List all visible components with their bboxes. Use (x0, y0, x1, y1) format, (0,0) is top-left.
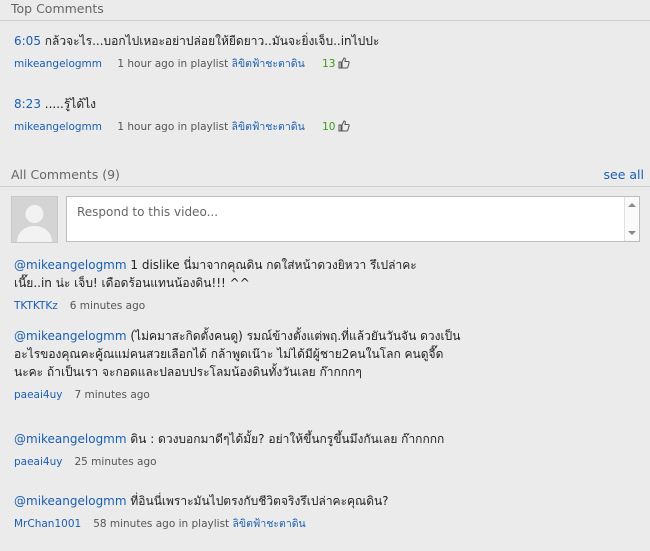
all-comments-label: All Comments (11, 167, 99, 182)
comment: @mikeangelogmm ที่อินนี่เพราะมันไปตรงกับ… (14, 492, 642, 531)
reply-scrollbar[interactable] (624, 197, 639, 241)
playlist-link[interactable]: ลิขิตฟ้าชะตาดิน (233, 518, 306, 530)
see-all-link[interactable]: see all (604, 167, 644, 182)
comment-meta: paeai4uy 25 minutes ago (14, 455, 642, 469)
comment-line: ที่อินนี่เพราะมันไปตรงกับชีวิตจริงรึเปล่… (126, 494, 389, 508)
comment-text: 6:05 กล้วจะไร...บอกไปเหอะอย่าปล่อยให้ยืด… (14, 32, 642, 50)
top-comments-title: Top Comments (11, 1, 104, 16)
video-timestamp-link[interactable]: 6:05 (14, 34, 41, 48)
comment-line: ดิน : ดวงบอกมาดีๆได้มั้ย? อย่าให้ขึ้นกรู… (126, 432, 445, 446)
author-link[interactable]: mikeangelogmm (14, 58, 102, 70)
like-count: 10 (322, 121, 336, 133)
comment-meta: mikeangelogmm 1 hour ago in playlist ลิข… (14, 120, 642, 136)
playlist-link[interactable]: ลิขิตฟ้าชะตาดิน (232, 58, 305, 70)
comment-meta: mikeangelogmm 1 hour ago in playlist ลิข… (14, 57, 642, 73)
comment-time: 58 minutes ago (93, 518, 176, 530)
reply-input[interactable] (67, 197, 617, 243)
comment-line: 1 dislike นี่มาจากคุณดิน กดใส่หน้าดวงยิห… (126, 258, 417, 272)
comment-text: @mikeangelogmm ดิน : ดวงบอกมาดีๆได้มั้ย?… (14, 430, 642, 448)
in-playlist-label: in playlist (177, 121, 229, 133)
comment-line: เนี๊ย..in น่ะ เจ็บ! เดือดร้อนแทนน้องดิน!… (14, 276, 250, 290)
comment-text: @mikeangelogmm 1 dislike นี่มาจากคุณดิน … (14, 256, 642, 292)
comment-body: กล้วจะไร...บอกไปเหอะอย่าปล่อยให้ยืดยาว..… (40, 34, 380, 48)
in-playlist-label: in playlist (178, 518, 230, 530)
comment: @mikeangelogmm (ไม่คมาสะกิดตั้งคนดู) รมณ… (14, 327, 642, 402)
scroll-up-icon[interactable] (628, 203, 636, 207)
all-comments-title: All Comments (9) (11, 167, 120, 182)
reply-box (66, 196, 640, 243)
comment-line: อะไรของคุณคะคู้ณแม่คนสวยเลือกได้ กล้าพูด… (14, 347, 444, 361)
top-comments-header: Top Comments (0, 0, 650, 21)
comment-text: @mikeangelogmm ที่อินนี่เพราะมันไปตรงกับ… (14, 492, 642, 510)
mention-link[interactable]: @mikeangelogmm (14, 329, 127, 343)
comment-text: @mikeangelogmm (ไม่คมาสะกิดตั้งคนดู) รมณ… (14, 327, 642, 381)
top-comment: 8:23 .....รู้ได้ไง mikeangelogmm 1 hour … (14, 95, 642, 136)
author-link[interactable]: mikeangelogmm (14, 121, 102, 133)
video-timestamp-link[interactable]: 8:23 (14, 97, 41, 111)
in-playlist-label: in playlist (177, 58, 229, 70)
comment-line: นะคะ ถ้าเป็นเรา จะกอดและปลอบประโลมน้องดิ… (14, 365, 362, 379)
all-comments-header: All Comments (9) see all (0, 166, 650, 187)
comment: @mikeangelogmm ดิน : ดวงบอกมาดีๆได้มั้ย?… (14, 430, 642, 469)
mention-link[interactable]: @mikeangelogmm (14, 494, 127, 508)
comment: @mikeangelogmm 1 dislike นี่มาจากคุณดิน … (14, 256, 642, 313)
thumbs-up-icon[interactable] (338, 57, 350, 73)
user-silhouette-icon (12, 197, 57, 242)
author-link[interactable]: MrChan1001 (14, 518, 81, 530)
thumbs-up-icon[interactable] (338, 120, 350, 136)
top-comment: 6:05 กล้วจะไร...บอกไปเหอะอย่าปล่อยให้ยืด… (14, 32, 642, 73)
author-link[interactable]: paeai4uy (14, 456, 62, 468)
author-link[interactable]: paeai4uy (14, 389, 62, 401)
comment-body: .....รู้ได้ไง (40, 97, 97, 111)
author-link[interactable]: TKTKTKz (14, 300, 58, 312)
comment-meta: TKTKTKz 6 minutes ago (14, 299, 642, 313)
like-count: 13 (322, 58, 336, 70)
comment-time: 25 minutes ago (74, 456, 157, 468)
comment-time: 1 hour ago (117, 121, 175, 133)
scroll-down-icon[interactable] (628, 231, 636, 235)
comment-meta: MrChan1001 58 minutes ago in playlist ลิข… (14, 517, 642, 531)
mention-link[interactable]: @mikeangelogmm (14, 432, 127, 446)
comment-line: (ไม่คมาสะกิดตั้งคนดู) รมณ์ข้างตั้งแต่พฤ.… (126, 329, 461, 343)
comment-time: 1 hour ago (117, 58, 175, 70)
mention-link[interactable]: @mikeangelogmm (14, 258, 127, 272)
avatar (11, 196, 58, 243)
comment-time: 6 minutes ago (69, 300, 146, 312)
playlist-link[interactable]: ลิขิตฟ้าชะตาดิน (232, 121, 305, 133)
comment-meta: paeai4uy 7 minutes ago (14, 388, 642, 402)
comment-count: (9) (102, 167, 120, 182)
comment-time: 7 minutes ago (74, 389, 150, 401)
comment-text: 8:23 .....รู้ได้ไง (14, 95, 642, 113)
